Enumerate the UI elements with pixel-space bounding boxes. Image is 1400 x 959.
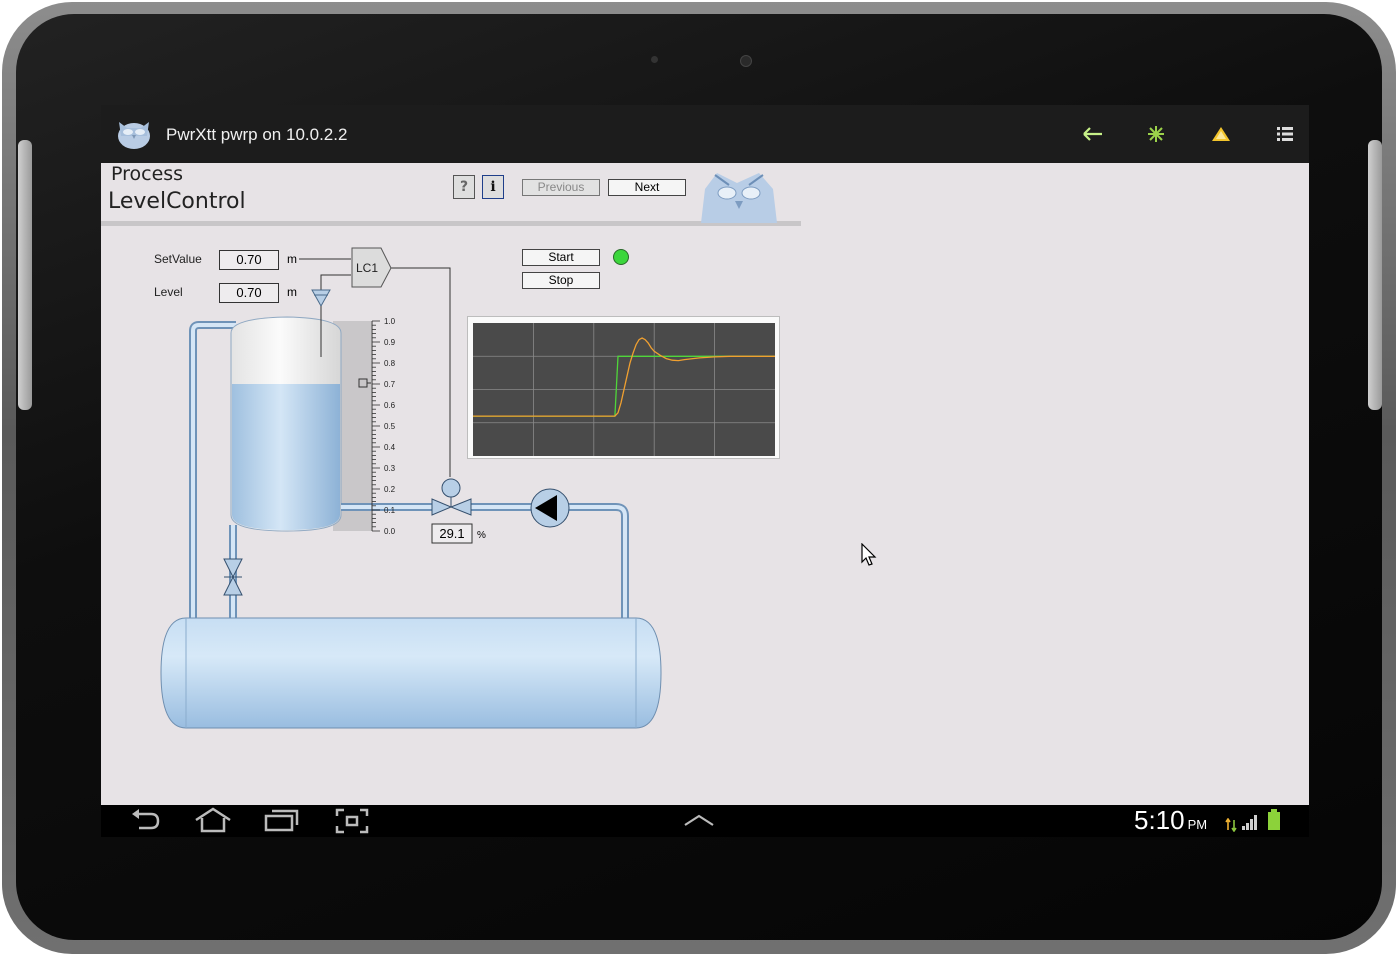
action-bar: PwrXtt pwrp on 10.0.2.2: [101, 105, 1309, 163]
scale-tick-label: 0.4: [384, 443, 396, 452]
controller-label: LC1: [356, 261, 378, 275]
scale-tick-label: 0.9: [384, 338, 396, 347]
scale-tick-label: 0.8: [384, 359, 396, 368]
tank-liquid: [232, 384, 340, 530]
back-icon[interactable]: [129, 809, 161, 833]
scale-tick-label: 0.1: [384, 506, 396, 515]
clock: 5:10 PM: [1134, 805, 1207, 836]
scale-tick-label: 0.3: [384, 464, 396, 473]
valve-value: 29.1: [439, 526, 464, 541]
home-icon[interactable]: [193, 807, 233, 833]
side-button-right: [1368, 140, 1382, 410]
scale-tick-label: 1.0: [384, 317, 396, 326]
mouse-cursor-icon: [861, 543, 877, 566]
up-chevron-icon[interactable]: [683, 813, 715, 827]
scale-tick-label: 0.7: [384, 380, 396, 389]
back-arrow-icon[interactable]: [1079, 121, 1107, 147]
scale-tick-label: 0.0: [384, 527, 396, 536]
menu-list-icon[interactable]: [1271, 121, 1299, 147]
valve-unit: %: [477, 530, 486, 541]
sync-arrows-icon: [1225, 818, 1237, 832]
signal-icon: [1242, 815, 1257, 830]
front-sensor: [651, 56, 658, 63]
front-camera: [740, 55, 752, 67]
recent-apps-icon[interactable]: [264, 808, 300, 832]
scale-tick-label: 0.2: [384, 485, 396, 494]
alarm-triangle-icon[interactable]: [1207, 121, 1235, 147]
trend-chart: [473, 323, 775, 456]
scale-tick-label: 0.5: [384, 422, 396, 431]
screenshot-icon[interactable]: [335, 808, 369, 834]
asterisk-icon[interactable]: [1142, 121, 1170, 147]
system-bar: 5:10 PM: [101, 805, 1309, 837]
side-button-left: [18, 140, 32, 410]
clock-time: 5:10: [1134, 805, 1185, 835]
process-diagram: LC1 1.00.90.80.70.60.50.40.30.20.10.0 29…: [160, 247, 662, 729]
battery-icon: [1268, 809, 1280, 830]
app-title: PwrXtt pwrp on 10.0.2.2: [166, 125, 348, 144]
owl-app-icon: [118, 122, 150, 149]
clock-ampm: PM: [1187, 817, 1208, 832]
process-graphic: Process LevelControl ? i Previous Next S…: [101, 163, 801, 793]
screen: PwrXtt pwrp on 10.0.2.2 Process LevelCon…: [101, 105, 1309, 837]
scale-tick-label: 0.6: [384, 401, 396, 410]
